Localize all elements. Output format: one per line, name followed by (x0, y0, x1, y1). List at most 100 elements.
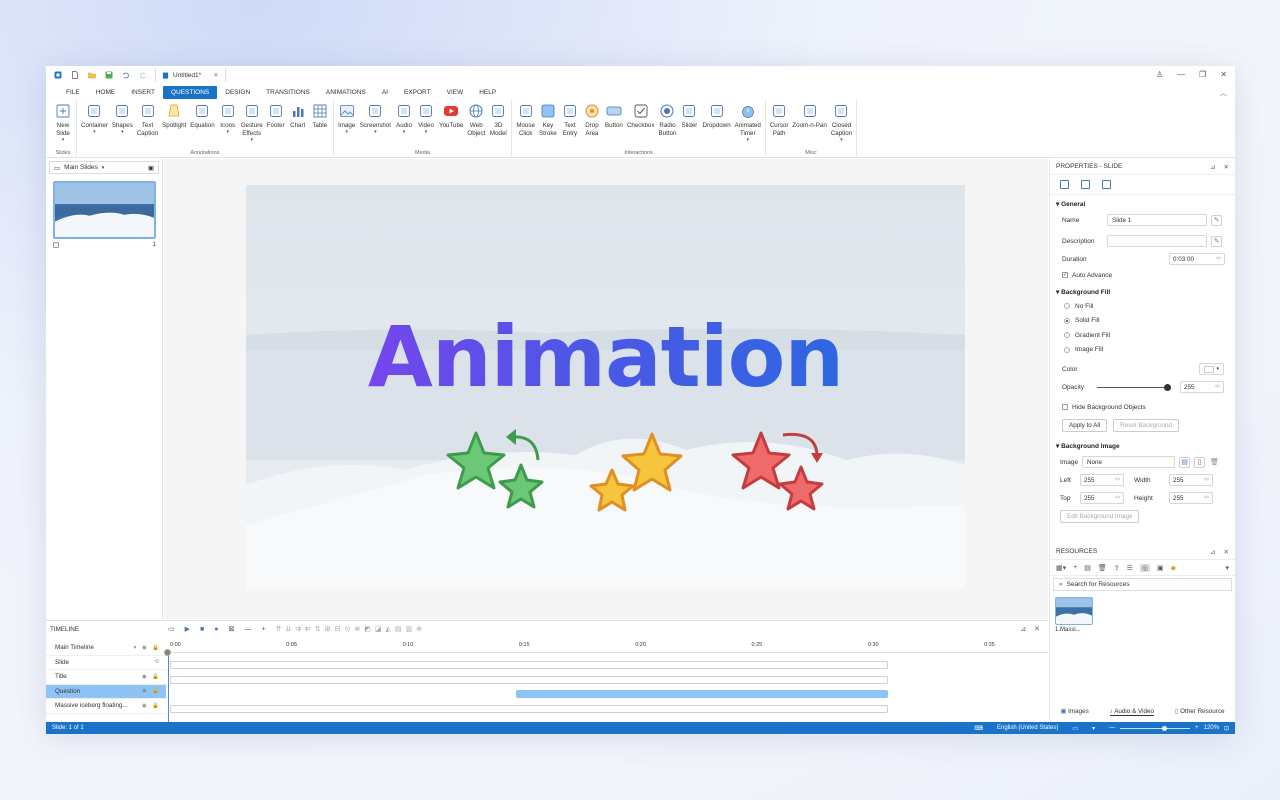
tab-audio-video[interactable]: ♪ Audio & Video (1109, 708, 1154, 716)
playhead-handle[interactable] (164, 649, 171, 656)
timeline-row[interactable]: Massive iceberg floating... ◉ 🔒 (46, 699, 166, 714)
timeline-track[interactable] (516, 690, 888, 698)
close-panel-icon[interactable]: ✕ (1224, 163, 1229, 171)
document-tab[interactable]: Untitled1* ✕ (155, 68, 226, 82)
visibility-lock-icon[interactable]: ◉ 🔒 (142, 688, 161, 694)
tab-other-resource[interactable]: ▯ Other Resource (1175, 708, 1225, 716)
fill-option-solid-fill[interactable]: Solid Fill (1050, 314, 1235, 329)
chevron-down-icon[interactable]: ▾ (226, 130, 229, 135)
browse-image-icon[interactable]: ▤ (1179, 456, 1190, 468)
delete-resource-icon[interactable]: 🗑 (1098, 564, 1107, 572)
stepper-arrows-icon[interactable]: ︿ ﹀ (1115, 494, 1120, 503)
timeline-track[interactable] (170, 675, 888, 684)
media-props-tab-icon[interactable] (1081, 180, 1090, 189)
image-field[interactable]: None (1082, 456, 1175, 468)
stepper-arrows-icon[interactable]: ︿ ﹀ (1216, 255, 1221, 264)
menu-design[interactable]: DESIGN (217, 86, 258, 99)
auto-advance-checkbox[interactable]: ✓ (1062, 272, 1068, 278)
star-redo-icon[interactable] (731, 425, 831, 520)
fit-to-window-icon[interactable]: ⊡ (1224, 725, 1229, 732)
stepper-arrows-icon[interactable]: ︿ ﹀ (1204, 494, 1209, 503)
duration-stepper[interactable]: 0:03:00 ︿ ﹀ (1169, 253, 1225, 265)
zoom-out-icon[interactable]: — (244, 626, 251, 633)
chevron-down-icon[interactable]: ▾ (403, 130, 406, 135)
height-stepper[interactable]: 255 ︿ ﹀ (1169, 492, 1213, 504)
layout-props-tab-icon[interactable] (1102, 180, 1111, 189)
width-stepper[interactable]: 255 ︿ ﹀ (1169, 474, 1213, 486)
chevron-down-icon[interactable]: ▾ (374, 130, 377, 135)
timeline-ruler[interactable]: 0:00 0:05 0:10 0:15 0:20 0:25 0:30 0:35 (168, 641, 1048, 653)
timeline-track[interactable] (170, 704, 888, 713)
restore-icon[interactable]: ❐ (1199, 70, 1206, 79)
close-tab-icon[interactable]: ✕ (213, 71, 218, 79)
radio-button[interactable] (1064, 303, 1070, 310)
menu-export[interactable]: EXPORT (396, 86, 439, 99)
collapse-bgimage-icon[interactable]: ▾ (1056, 443, 1059, 450)
timeline-row[interactable]: Slide ⟲ (46, 656, 166, 670)
fit-icon[interactable]: ▭ (168, 625, 175, 633)
collapse-general-icon[interactable]: ▾ (1056, 201, 1059, 208)
stop-icon[interactable]: ■ (200, 626, 204, 633)
chevron-down-icon[interactable]: ▾ (425, 130, 428, 135)
edit-background-image-button[interactable]: Edit Background Image (1060, 509, 1140, 523)
slide-title[interactable]: Animation (246, 308, 965, 406)
slides-dropdown[interactable]: ▭ Main Slides ▾ ▣ (49, 161, 159, 174)
close-panel-icon[interactable]: ✕ (1034, 625, 1040, 633)
new-file-icon[interactable] (71, 71, 79, 79)
fill-option-no-fill[interactable]: No Fill (1050, 299, 1235, 314)
minimize-icon[interactable]: — (1177, 70, 1185, 79)
menu-ai[interactable]: AI (374, 86, 396, 99)
chevron-down-icon[interactable]: ▾ (345, 130, 348, 135)
edit-name-icon[interactable]: ✎ (1211, 214, 1222, 226)
radio-button[interactable] (1064, 346, 1070, 353)
close-panel-icon[interactable]: ✕ (1224, 548, 1229, 556)
apply-to-all-button[interactable]: Apply to All (1062, 418, 1108, 432)
more-options-icon[interactable]: ▾ (1225, 564, 1229, 572)
import-icon[interactable]: ▤ (1084, 564, 1091, 572)
zoom-fit-icon[interactable]: ⊠ (228, 625, 234, 633)
stepper-arrows-icon[interactable]: ︿ ﹀ (1215, 383, 1220, 392)
collapse-fill-icon[interactable]: ▾ (1056, 289, 1059, 296)
menu-animations[interactable]: ANIMATIONS (318, 86, 374, 99)
edit-description-icon[interactable]: ✎ (1211, 235, 1222, 247)
zoom-out-icon[interactable]: — (1109, 725, 1115, 731)
timeline-row[interactable]: Title ◉ 🔒 (46, 670, 166, 685)
undo-icon[interactable] (122, 71, 130, 79)
view-mode-icon[interactable]: ▾ (1092, 725, 1095, 732)
chevron-down-icon[interactable]: ▾ (840, 138, 843, 143)
menu-help[interactable]: HELP (471, 86, 504, 99)
menu-insert[interactable]: INSERT (123, 86, 163, 99)
timeline-track[interactable] (170, 661, 888, 669)
color-picker[interactable]: ▾ (1199, 363, 1224, 375)
timeline-row[interactable]: Main Timeline ▾ ◉ 🔒 (46, 641, 166, 656)
top-stepper[interactable]: 255 ︿ ﹀ (1080, 492, 1124, 504)
view-normal-icon[interactable]: ▭ (1072, 725, 1078, 732)
pin-icon[interactable]: ⊿ (1020, 625, 1026, 633)
resources-search[interactable]: ⌕ Search for Resources (1053, 578, 1232, 591)
description-field[interactable] (1107, 235, 1207, 247)
slide-props-tab-icon[interactable] (1060, 180, 1069, 189)
mic-icon[interactable]: ● (214, 626, 218, 633)
language-label[interactable]: English (United States) (997, 725, 1058, 731)
star-undo-icon[interactable] (446, 425, 546, 520)
radio-button[interactable] (1064, 332, 1070, 339)
redo-icon[interactable] (139, 71, 147, 79)
stepper-arrows-icon[interactable]: ︿ ﹀ (1115, 476, 1120, 485)
save-icon[interactable] (105, 71, 113, 79)
menu-home[interactable]: HOME (88, 86, 124, 99)
pin-icon[interactable]: ⊿ (1210, 548, 1215, 556)
fill-option-gradient-fill[interactable]: Gradient Fill (1050, 328, 1235, 343)
close-icon[interactable]: ✕ (1220, 70, 1227, 79)
opacity-slider[interactable] (1097, 384, 1171, 391)
properties-icon[interactable]: ☰ (1127, 564, 1133, 572)
timeline-row[interactable]: Question ◉ 🔒 (46, 684, 166, 699)
slide-canvas[interactable]: Animation (246, 185, 965, 589)
add-resource-icon[interactable]: + (1073, 564, 1077, 571)
filter-audio-icon[interactable]: ◎ (1139, 563, 1151, 572)
export-icon[interactable]: ⇪ (1114, 564, 1120, 572)
menu-file[interactable]: FILE (58, 86, 88, 99)
radio-button[interactable] (1064, 317, 1070, 324)
tag-icon[interactable]: ◆ (1171, 564, 1176, 572)
name-field[interactable]: Slide 1 (1107, 214, 1207, 226)
menu-transitions[interactable]: TRANSITIONS (258, 86, 318, 99)
